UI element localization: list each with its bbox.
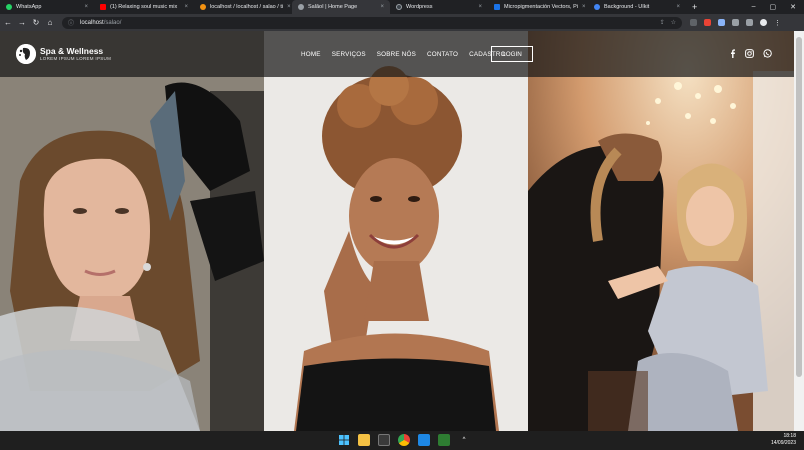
store-icon[interactable]	[378, 434, 390, 446]
close-tab-icon[interactable]: ×	[676, 4, 680, 10]
freepik-favicon-icon	[494, 4, 500, 10]
close-tab-icon[interactable]: ×	[84, 4, 88, 10]
tab-title: Background - UIkit	[604, 4, 650, 10]
youtube-favicon-icon	[100, 4, 106, 10]
uikit-favicon-icon	[594, 4, 600, 10]
close-tab-icon[interactable]: ×	[478, 4, 482, 10]
overflow-chevron-icon[interactable]: ^	[458, 434, 470, 446]
clock-date: 14/09/2023	[770, 440, 796, 446]
brand-text: Spa & Wellness LOREM IPSUM LOREM IPSUM	[40, 46, 112, 62]
forward-arrow-icon[interactable]: →	[16, 18, 28, 27]
windows-taskbar: ^ 18:18 14/09/2023	[0, 431, 804, 450]
hair-coloring-photo	[0, 31, 264, 431]
phpmyadmin-favicon-icon	[200, 4, 206, 10]
facebook-icon[interactable]	[729, 45, 736, 63]
extension-icon[interactable]	[690, 19, 697, 26]
page-viewport: Spa & Wellness LOREM IPSUM LOREM IPSUM H…	[0, 31, 794, 431]
maximize-icon[interactable]: ▢	[770, 3, 777, 11]
browser-tab[interactable]: Micropigmentación Vectors, Pi ×	[488, 0, 588, 14]
login-button[interactable]: LOGIN	[491, 46, 533, 62]
url-host: localhost	[80, 19, 104, 26]
main-menu: HOME SERVIÇOS SOBRE NÓS CONTATO CADASTRO	[301, 31, 506, 77]
puzzle-extensions-icon[interactable]	[732, 19, 739, 26]
url-text: localhost/salao/	[80, 20, 121, 26]
browser-tab[interactable]: Wordpress ×	[390, 0, 488, 14]
tab-title: SalãoI | Home Page	[308, 4, 358, 10]
tab-title: Micropigmentación Vectors, Pi	[504, 4, 578, 10]
browser-tab-active[interactable]: SalãoI | Home Page ×	[292, 0, 390, 14]
address-actions: ⇪ ☆	[660, 19, 676, 26]
system-clock[interactable]: 18:18 14/09/2023	[771, 433, 796, 447]
tab-title: Wordpress	[406, 4, 433, 10]
instagram-icon[interactable]	[745, 45, 754, 63]
menu-item-contato[interactable]: CONTATO	[427, 51, 458, 58]
xampp-icon[interactable]	[438, 434, 450, 446]
brand-name: Spa & Wellness	[40, 46, 104, 56]
close-tab-icon[interactable]: ×	[380, 4, 384, 10]
close-tab-icon[interactable]: ×	[287, 4, 291, 10]
whatsapp-icon[interactable]	[763, 45, 772, 63]
globe-favicon-icon	[298, 4, 304, 10]
close-tab-icon[interactable]: ×	[582, 4, 586, 10]
url-path: /salao/	[103, 19, 122, 26]
windows-start-icon[interactable]	[338, 434, 350, 446]
extension-icon[interactable]	[718, 19, 725, 26]
close-tab-icon[interactable]: ×	[184, 4, 188, 10]
makeup-artist-photo	[528, 31, 794, 431]
window-controls: – ▢ ✕	[752, 3, 804, 11]
tab-title: localhost / localhost / salao / ti	[210, 4, 284, 10]
page-scrollbar[interactable]	[794, 31, 804, 431]
sidebar-icon[interactable]	[746, 19, 753, 26]
clock-time: 18:18	[783, 433, 796, 439]
site-header: Spa & Wellness LOREM IPSUM LOREM IPSUM H…	[0, 31, 794, 77]
menu-item-sobre-nos[interactable]: SOBRE NÓS	[377, 51, 416, 58]
browser-tab-strip: WhatsApp × (1) Relaxing soul music mix ×…	[0, 0, 804, 14]
site-info-icon[interactable]: ⓘ	[68, 18, 74, 27]
back-arrow-icon[interactable]: ←	[2, 18, 14, 27]
minimize-icon[interactable]: –	[752, 3, 756, 11]
share-icon[interactable]: ⇪	[660, 19, 665, 26]
browser-tab[interactable]: localhost / localhost / salao / ti ×	[194, 0, 292, 14]
extension-icon[interactable]	[704, 19, 711, 26]
browser-toolbar: ← → ↻ ⌂ ⓘ localhost/salao/ ⇪ ☆ ⋮	[0, 14, 804, 31]
smiling-woman-photo	[264, 31, 528, 431]
whatsapp-favicon-icon	[6, 4, 12, 10]
chrome-icon[interactable]	[398, 434, 410, 446]
wordpress-favicon-icon	[396, 4, 402, 10]
scrollbar-thumb[interactable]	[796, 37, 802, 377]
extensions-bar: ⋮	[690, 19, 781, 27]
file-explorer-icon[interactable]	[358, 434, 370, 446]
vscode-icon[interactable]	[418, 434, 430, 446]
close-window-icon[interactable]: ✕	[790, 3, 796, 11]
taskbar-apps: ^	[338, 434, 470, 446]
browser-tab[interactable]: (1) Relaxing soul music mix ×	[94, 0, 194, 14]
address-bar[interactable]: ⓘ localhost/salao/ ⇪ ☆	[62, 16, 682, 29]
social-links	[729, 31, 772, 77]
menu-dots-icon[interactable]: ⋮	[774, 19, 781, 27]
tab-title: WhatsApp	[16, 4, 42, 10]
home-icon[interactable]: ⌂	[44, 18, 56, 27]
browser-tab[interactable]: Background - UIkit ×	[588, 0, 686, 14]
menu-item-home[interactable]: HOME	[301, 51, 321, 58]
reload-icon[interactable]: ↻	[30, 18, 42, 27]
woman-silhouette-logo-icon	[16, 44, 36, 64]
new-tab-button[interactable]: +	[686, 2, 703, 12]
bookmark-star-icon[interactable]: ☆	[671, 19, 676, 26]
tab-title: (1) Relaxing soul music mix	[110, 4, 178, 10]
site-logo[interactable]: Spa & Wellness LOREM IPSUM LOREM IPSUM	[16, 44, 111, 64]
menu-item-servicos[interactable]: SERVIÇOS	[332, 51, 366, 58]
browser-tab[interactable]: WhatsApp ×	[0, 0, 94, 14]
brand-tagline: LOREM IPSUM LOREM IPSUM	[40, 56, 112, 61]
profile-avatar-icon[interactable]	[760, 19, 767, 26]
